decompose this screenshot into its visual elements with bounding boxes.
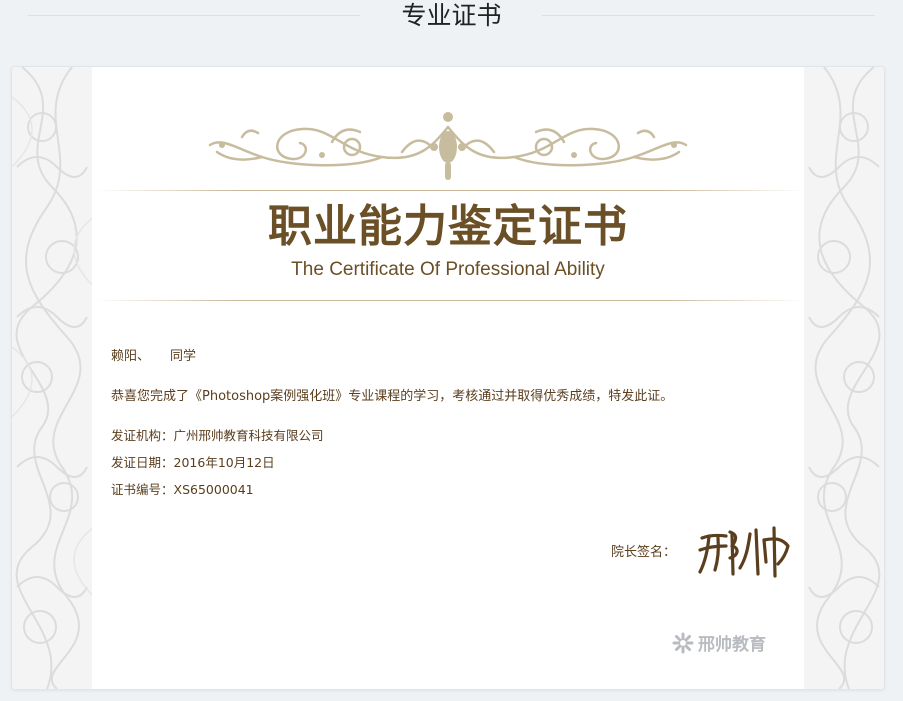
scroll-ornament-icon xyxy=(208,112,688,180)
certificate-title-cn: 职业能力鉴定证书 xyxy=(268,201,628,252)
floral-border-right-icon xyxy=(802,67,884,689)
page-title: 专业证书 xyxy=(401,1,502,30)
title-divider-top xyxy=(94,190,806,191)
certificate-number-value: XS65000041 xyxy=(173,482,254,497)
certificate-number-line: 证书编号：XS65000041 xyxy=(111,481,254,499)
congrats-text: 恭喜您完成了《Photoshop案例强化班》专业课程的学习，考核通过并取得优秀成… xyxy=(111,389,674,404)
signature-image-icon xyxy=(698,526,790,578)
brand-logo: 邢帅教育 xyxy=(672,630,766,655)
certificate-number-label: 证书编号： xyxy=(111,482,174,497)
recipient-name: 赖阳、 xyxy=(111,349,151,364)
signature-label: 院长签名： xyxy=(611,545,677,560)
issuer-value: 广州邢帅教育科技有限公司 xyxy=(173,428,324,443)
issuer-line: 发证机构：广州邢帅教育科技有限公司 xyxy=(111,427,324,445)
issue-date-label: 发证日期： xyxy=(111,455,174,470)
brand-name: 邢帅教育 xyxy=(698,635,766,655)
recipient-suffix: 同学 xyxy=(170,349,197,364)
floral-border-left-icon xyxy=(12,67,94,689)
issue-date-value: 2016年10月12日 xyxy=(173,455,275,470)
header-rule-right xyxy=(542,15,875,16)
issue-date-line: 发证日期：2016年10月12日 xyxy=(111,454,275,472)
certificate-card: 职业能力鉴定证书 The Certificate Of Professional… xyxy=(11,66,885,690)
recipient-line: 赖阳、 同学 xyxy=(111,348,196,366)
page-header: 专业证书 xyxy=(0,0,903,40)
certificate-title-en: The Certificate Of Professional Ability xyxy=(291,259,605,280)
title-divider-bottom xyxy=(94,300,806,301)
issuer-label: 发证机构： xyxy=(111,428,174,443)
brand-logo-icon xyxy=(672,632,694,653)
